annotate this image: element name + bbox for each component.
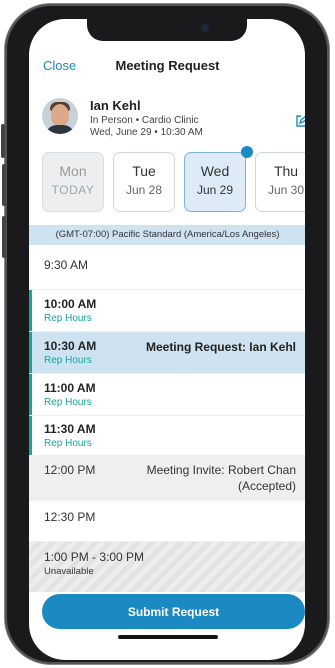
rep-hours-bar <box>29 290 32 331</box>
rep-hours-label: Rep Hours <box>44 438 92 449</box>
slot-time: 12:30 PM <box>44 510 96 524</box>
slot-time: 11:00 AM <box>44 381 96 395</box>
meeting-invite-status: (Accepted) <box>237 479 296 493</box>
slot-1130[interactable]: 11:30 AM Rep Hours <box>29 416 305 456</box>
contact-name: Ian Kehl <box>90 98 141 113</box>
slot-1200[interactable]: 12:00 PM Meeting Invite: Robert Chan (Ac… <box>29 456 305 501</box>
day-thu[interactable]: Thu Jun 30 <box>255 152 305 212</box>
slot-1030[interactable]: 10:30 AM Rep Hours Meeting Request: Ian … <box>29 332 305 374</box>
day-selector: Mon TODAY Tue Jun 28 Wed Jun 29 Thu Jun … <box>29 146 305 218</box>
edit-icon[interactable] <box>295 114 305 128</box>
unavailable-label: Unavailable <box>44 566 94 577</box>
day-date: TODAY <box>51 183 95 197</box>
day-mon[interactable]: Mon TODAY <box>42 152 104 212</box>
day-name: Tue <box>132 163 156 179</box>
meeting-request-event[interactable]: Meeting Request: Ian Kehl <box>146 340 296 354</box>
home-indicator <box>118 635 218 639</box>
slot-unavailable: 1:00 PM - 3:00 PM Unavailable <box>29 542 305 592</box>
day-date: Jun 28 <box>125 183 163 197</box>
volume-up-button <box>2 164 6 206</box>
day-tue[interactable]: Tue Jun 28 <box>113 152 175 212</box>
slot-time: 12:00 PM <box>44 463 96 477</box>
volume-down-button <box>2 216 6 258</box>
slot-930[interactable]: 9:30 AM <box>29 246 305 290</box>
day-date: Jun 30 <box>267 183 305 197</box>
avatar <box>42 98 78 134</box>
day-name: Thu <box>273 163 299 179</box>
notch <box>87 15 247 41</box>
page-title: Meeting Request <box>115 58 220 73</box>
submit-request-button[interactable]: Submit Request <box>42 594 305 629</box>
slot-time: 10:00 AM <box>44 297 97 311</box>
rep-hours-label: Rep Hours <box>44 397 92 408</box>
slot-1230[interactable]: 12:30 PM <box>29 501 305 542</box>
slot-1000[interactable]: 10:00 AM Rep Hours <box>29 290 305 332</box>
timezone-bar: (GMT-07:00) Pacific Standard (America/Lo… <box>29 225 305 245</box>
rep-hours-label: Rep Hours <box>44 355 92 366</box>
camera <box>201 24 209 32</box>
rep-hours-bar <box>29 416 32 455</box>
selected-indicator <box>241 146 253 158</box>
slot-1100[interactable]: 11:00 AM Rep Hours <box>29 374 305 416</box>
slot-time: 10:30 AM <box>44 339 97 353</box>
day-name: Wed <box>200 163 230 179</box>
day-wed[interactable]: Wed Jun 29 <box>184 152 246 212</box>
meeting-location: In Person • Cardio Clinic <box>90 115 199 126</box>
slot-time: 9:30 AM <box>44 258 89 272</box>
slot-time: 11:30 AM <box>44 422 96 436</box>
rep-hours-bar <box>29 374 32 415</box>
slot-time: 1:00 PM - 3:00 PM <box>44 550 145 564</box>
rep-hours-label: Rep Hours <box>44 313 92 324</box>
meeting-invite-event[interactable]: Meeting Invite: Robert Chan <box>147 463 296 477</box>
day-name: Mon <box>59 163 87 179</box>
app-view: Close Meeting Request Ian Kehl In Person… <box>29 19 305 660</box>
navbar: Close Meeting Request <box>29 41 305 73</box>
contact-card: Ian Kehl In Person • Cardio Clinic Wed, … <box>42 98 305 148</box>
meeting-datetime: Wed, June 29 • 10:30 AM <box>90 127 203 138</box>
rep-hours-bar <box>29 332 32 373</box>
day-date: Jun 29 <box>196 183 234 197</box>
